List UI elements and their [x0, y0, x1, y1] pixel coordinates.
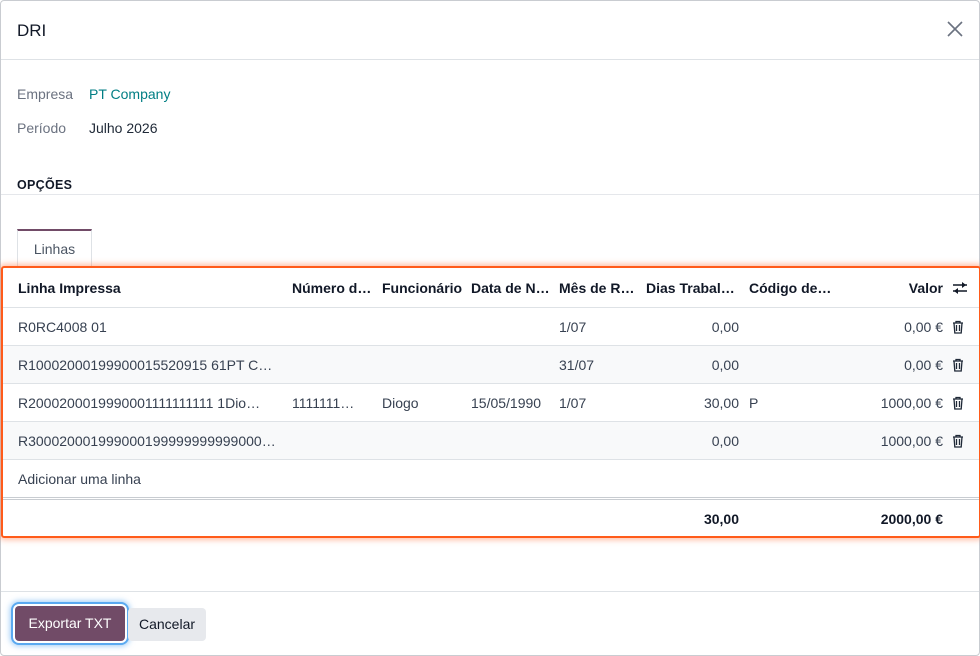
cell-valor: 0,00 €: [904, 357, 943, 373]
cell-mes: 31/07: [559, 357, 595, 373]
delete-row-icon[interactable]: [951, 396, 965, 410]
periodo-label: Período: [17, 120, 67, 136]
dri-dialog: DRI Empresa PT Company Período Julho 202…: [0, 0, 980, 656]
cell-mes: 1/07: [559, 319, 587, 335]
cell-mes: 1/07: [559, 395, 587, 411]
cell-valor: 0,00 €: [904, 319, 943, 335]
dialog-header: DRI: [1, 1, 979, 60]
cell-linha: R300020001999000199999999999000…: [18, 433, 276, 449]
total-valor: 2000,00 €: [880, 511, 943, 527]
column-settings-icon[interactable]: [951, 280, 969, 296]
cell-linha: R10002000199900015520915 61PT Co…: [18, 357, 280, 373]
empresa-label: Empresa: [17, 86, 74, 102]
cancel-button[interactable]: Cancelar: [128, 608, 206, 641]
delete-row-icon[interactable]: [951, 320, 965, 334]
delete-row-icon[interactable]: [951, 434, 965, 448]
col-dias-trabalhados[interactable]: Dias Trabalh…: [646, 268, 741, 308]
empresa-value[interactable]: PT Company: [89, 86, 170, 102]
cell-linha: R2000200019990001111111111 1Dio…: [18, 395, 261, 411]
cell-linha: R0RC4008 01: [18, 319, 107, 335]
cell-funcionario: Diogo: [382, 395, 419, 411]
add-line-row: Adicionar uma linha: [3, 460, 979, 498]
footer-divider: [1, 591, 979, 592]
table-row[interactable]: R0RC4008 01 1/07 0,00 0,00 €: [3, 308, 979, 346]
col-data-nascimento[interactable]: Data de N…: [471, 268, 553, 308]
section-divider: [1, 194, 979, 195]
col-valor[interactable]: Valor: [843, 268, 943, 308]
lines-table: Linha Impressa Número d… Funcionário Dat…: [1, 266, 980, 538]
cell-codigo: P: [749, 395, 759, 411]
col-numero[interactable]: Número d…: [292, 268, 374, 308]
cell-dias: 0,00: [711, 433, 739, 449]
cell-numero: 1111111…: [292, 395, 355, 411]
cell-dias: 0,00: [711, 319, 739, 335]
cell-dias: 30,00: [703, 395, 739, 411]
cell-valor: 1000,00 €: [880, 395, 943, 411]
col-codigo[interactable]: Código de…: [749, 268, 833, 308]
cell-dias: 0,00: [711, 357, 739, 373]
dialog-title: DRI: [17, 21, 47, 40]
add-line-link[interactable]: Adicionar uma linha: [18, 460, 218, 498]
cell-valor: 1000,00 €: [880, 433, 943, 449]
periodo-value: Julho 2026: [89, 120, 158, 136]
export-txt-button[interactable]: Exportar TXT: [15, 606, 125, 641]
delete-row-icon[interactable]: [951, 358, 965, 372]
tab-linhas[interactable]: Linhas: [17, 229, 92, 267]
table-row[interactable]: R2000200019990001111111111 1Dio… 1111111…: [3, 384, 979, 422]
col-mes[interactable]: Mês de R…: [559, 268, 635, 308]
section-title: OPÇÕES: [17, 178, 73, 192]
col-linha-impressa[interactable]: Linha Impressa: [18, 268, 278, 308]
totals-row: 30,00 2000,00 €: [3, 499, 979, 536]
table-row[interactable]: R10002000199900015520915 61PT Co… 31/07 …: [3, 346, 979, 384]
total-dias: 30,00: [703, 511, 739, 527]
table-header: Linha Impressa Número d… Funcionário Dat…: [3, 268, 979, 308]
table-row[interactable]: R300020001999000199999999999000… 0,00 10…: [3, 422, 979, 460]
cell-data-nascimento: 15/05/1990: [471, 395, 542, 411]
col-funcionario[interactable]: Funcionário: [382, 268, 464, 308]
close-icon[interactable]: [943, 17, 967, 41]
